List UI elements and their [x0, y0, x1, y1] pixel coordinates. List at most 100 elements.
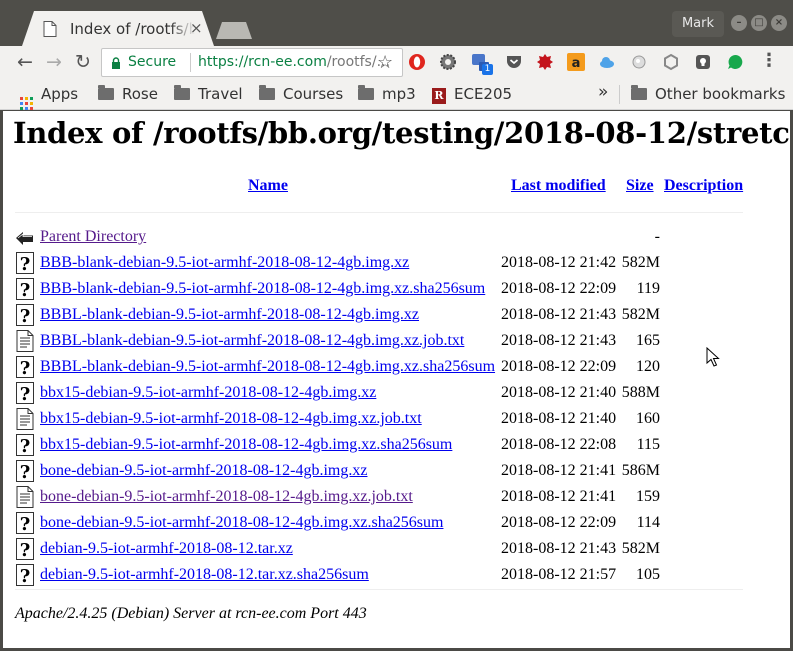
opera-icon[interactable]	[408, 53, 426, 71]
file-row: bbx15-debian-9.5-iot-armhf-2018-08-12-4g…	[15, 408, 755, 434]
bookmarks-overflow-button[interactable]: »	[598, 82, 608, 102]
parent-directory-link[interactable]: Parent Directory	[40, 228, 146, 246]
file-row: ? bone-debian-9.5-iot-armhf-2018-08-12-4g…	[15, 460, 755, 486]
file-link[interactable]: debian-9.5-iot-armhf-2018-08-12.tar.xz.s…	[40, 566, 369, 584]
bookmark-ece205[interactable]: R ECE205	[432, 85, 512, 105]
folder-icon	[631, 85, 647, 100]
file-size: 115	[636, 436, 660, 453]
unknown-file-icon: ?	[16, 538, 34, 560]
file-size: 160	[636, 410, 660, 427]
file-row: ? BBB-blank-debian-9.5-iot-armhf-2018-08-…	[15, 252, 755, 278]
bookmark-star-icon[interactable]: ☆	[377, 52, 393, 73]
file-size: 119	[636, 280, 660, 297]
file-size: 582M	[621, 254, 660, 271]
file-link[interactable]: bbx15-debian-9.5-iot-armhf-2018-08-12-4g…	[40, 436, 452, 454]
text-file-icon	[16, 486, 34, 508]
url-origin: https://rcn-ee.com	[198, 54, 327, 70]
file-modified: 2018-08-12 22:09	[501, 280, 617, 297]
amazon-icon[interactable]: a	[567, 53, 585, 71]
parent-directory-row: Parent Directory -	[15, 226, 755, 252]
bookmark-folder-mp3[interactable]: mp3	[358, 85, 416, 105]
cloud-icon[interactable]	[598, 53, 616, 71]
sort-description-link[interactable]: Description	[664, 177, 743, 195]
bulb-extension-icon[interactable]	[694, 53, 712, 71]
file-modified: 2018-08-12 21:57	[501, 566, 617, 583]
page-content: Index of /rootfs/bb.org/testing/2018-08-…	[3, 111, 790, 648]
bookmark-folder-travel[interactable]: Travel	[174, 85, 243, 105]
sort-name-link[interactable]: Name	[248, 177, 288, 195]
file-link[interactable]: BBBL-blank-debian-9.5-iot-armhf-2018-08-…	[40, 332, 464, 350]
svg-text:?: ?	[20, 566, 31, 586]
folder-icon	[174, 85, 190, 100]
browser-toolbar: ← → ↻ Secure https://rcn-ee.com/rootfs/.…	[0, 46, 793, 79]
text-file-icon	[16, 408, 34, 430]
bookmark-folder-courses[interactable]: Courses	[259, 85, 343, 105]
svg-text:?: ?	[20, 280, 31, 300]
file-row: BBBL-blank-debian-9.5-iot-armhf-2018-08-…	[15, 330, 755, 356]
tab-close-icon[interactable]: ×	[190, 19, 203, 37]
back-icon[interactable]: ←	[14, 51, 36, 73]
file-link[interactable]: bbx15-debian-9.5-iot-armhf-2018-08-12-4g…	[40, 410, 422, 428]
parent-size: -	[654, 228, 660, 245]
file-modified: 2018-08-12 21:41	[501, 462, 617, 479]
svg-text:?: ?	[20, 436, 31, 456]
circle-extension-icon[interactable]	[630, 53, 648, 71]
unknown-file-icon: ?	[16, 382, 34, 404]
svg-text:a: a	[572, 56, 581, 71]
unknown-file-icon: ?	[16, 434, 34, 456]
file-link[interactable]: BBB-blank-debian-9.5-iot-armhf-2018-08-1…	[40, 254, 409, 272]
file-link[interactable]: BBB-blank-debian-9.5-iot-armhf-2018-08-1…	[40, 280, 485, 298]
gear-extension-icon[interactable]	[439, 53, 457, 71]
bookmark-apps-label: Apps	[41, 85, 79, 103]
file-modified: 2018-08-12 21:40	[501, 410, 617, 427]
file-modified: 2018-08-12 21:43	[501, 332, 617, 349]
file-size: 588M	[621, 384, 660, 401]
file-row: ? bone-debian-9.5-iot-armhf-2018-08-12-4g…	[15, 512, 755, 538]
chat-extension-icon[interactable]	[726, 53, 744, 71]
minimize-icon[interactable]: –	[731, 15, 747, 31]
pocket-icon[interactable]	[505, 53, 523, 71]
unknown-file-icon: ?	[16, 460, 34, 482]
bookmark-folder-rose[interactable]: Rose	[98, 85, 158, 105]
svg-text:?: ?	[20, 514, 31, 534]
svg-text:?: ?	[20, 254, 31, 274]
file-row: bone-debian-9.5-iot-armhf-2018-08-12-4gb…	[15, 486, 755, 512]
file-link[interactable]: debian-9.5-iot-armhf-2018-08-12.tar.xz	[40, 540, 293, 558]
new-tab-button[interactable]	[216, 22, 252, 39]
file-size: 114	[636, 514, 660, 531]
address-bar[interactable]: Secure https://rcn-ee.com/rootfs/... ☆	[101, 48, 403, 77]
folder-icon	[98, 85, 114, 100]
sort-size-link[interactable]: Size	[626, 177, 654, 195]
unknown-file-icon: ?	[16, 564, 34, 586]
file-size: 105	[636, 566, 660, 583]
profile-button[interactable]: Mark	[672, 11, 724, 37]
file-modified: 2018-08-12 22:09	[501, 514, 617, 531]
file-link[interactable]: bone-debian-9.5-iot-armhf-2018-08-12-4gb…	[40, 462, 367, 480]
bookmark-label: Travel	[198, 85, 243, 103]
bookmark-apps[interactable]: Apps	[20, 85, 79, 110]
close-window-icon[interactable]: ×	[771, 15, 787, 31]
lock-icon	[112, 57, 120, 69]
browser-tab[interactable]: Index of /rootfs/bb.org/testing/2018-08-…	[22, 11, 214, 46]
ublock-icon[interactable]	[536, 53, 554, 71]
file-size: 120	[636, 358, 660, 375]
folder-icon	[358, 85, 374, 100]
file-modified: 2018-08-12 21:43	[501, 540, 617, 557]
file-link[interactable]: BBBL-blank-debian-9.5-iot-armhf-2018-08-…	[40, 306, 419, 324]
maximize-icon[interactable]: □	[751, 15, 767, 31]
file-link[interactable]: bone-debian-9.5-iot-armhf-2018-08-12-4gb…	[40, 488, 413, 506]
bookmarks-bar: Apps Rose Travel Courses mp3 R ECE205 » O…	[0, 79, 793, 110]
menu-icon[interactable]: ⋮	[760, 50, 778, 71]
sort-modified-link[interactable]: Last modified	[511, 177, 606, 195]
reload-icon[interactable]: ↻	[72, 51, 94, 73]
unknown-file-icon: ?	[16, 278, 34, 300]
file-link[interactable]: bone-debian-9.5-iot-armhf-2018-08-12-4gb…	[40, 514, 443, 532]
bookmark-other[interactable]: Other bookmarks	[631, 85, 785, 105]
window-titlebar: Index of /rootfs/bb.org/testing/2018-08-…	[0, 0, 793, 46]
hexagon-extension-icon[interactable]	[662, 53, 680, 71]
file-link[interactable]: BBBL-blank-debian-9.5-iot-armhf-2018-08-…	[40, 358, 495, 376]
server-signature: Apache/2.4.25 (Debian) Server at rcn-ee.…	[15, 605, 367, 622]
file-link[interactable]: bbx15-debian-9.5-iot-armhf-2018-08-12-4g…	[40, 384, 376, 402]
forward-icon[interactable]: →	[43, 51, 65, 73]
url-text[interactable]: https://rcn-ee.com/rootfs/...	[198, 54, 390, 70]
